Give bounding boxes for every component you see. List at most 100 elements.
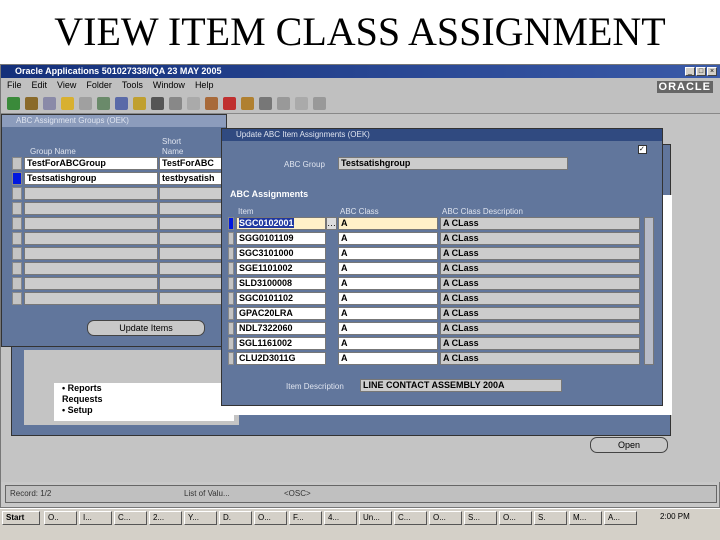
item-cell[interactable]: NDL7322060 bbox=[236, 322, 326, 335]
row-indicator[interactable] bbox=[12, 202, 22, 215]
taskbar-button-8[interactable]: 4... bbox=[324, 511, 357, 525]
menu-edit[interactable]: Edit bbox=[32, 80, 48, 90]
short-name-cell[interactable] bbox=[159, 262, 225, 275]
toolbar-button[interactable] bbox=[295, 97, 308, 110]
maximize-button[interactable]: □ bbox=[696, 67, 706, 76]
checkbox[interactable]: ✓ bbox=[638, 145, 647, 154]
abc-class-cell[interactable]: A bbox=[338, 352, 438, 365]
item-cell[interactable]: SGL1161002 bbox=[236, 337, 326, 350]
taskbar-button-13[interactable]: O... bbox=[499, 511, 532, 525]
taskbar-button-6[interactable]: O... bbox=[254, 511, 287, 525]
open-button[interactable]: Open bbox=[590, 437, 668, 453]
navigator-item[interactable]: • Reports bbox=[62, 383, 234, 394]
item-cell[interactable]: SLD3100008 bbox=[236, 277, 326, 290]
minimize-button[interactable]: _ bbox=[685, 67, 695, 76]
row-indicator[interactable] bbox=[12, 262, 22, 275]
short-name-cell[interactable]: testbysatish bbox=[159, 172, 225, 185]
short-name-cell[interactable] bbox=[159, 217, 225, 230]
abc-class-cell[interactable]: A bbox=[338, 307, 438, 320]
row-indicator[interactable] bbox=[228, 337, 234, 350]
row-indicator[interactable] bbox=[12, 247, 22, 260]
taskbar-button-2[interactable]: C... bbox=[114, 511, 147, 525]
menu-folder[interactable]: Folder bbox=[86, 80, 112, 90]
row-indicator[interactable] bbox=[228, 277, 234, 290]
row-indicator[interactable] bbox=[12, 187, 22, 200]
navigator-item[interactable]: • Setup bbox=[62, 405, 234, 416]
abc-group-field[interactable]: Testsatishgroup bbox=[338, 157, 568, 170]
item-cell[interactable]: SGC0102001 bbox=[236, 217, 326, 230]
toolbar-button[interactable] bbox=[169, 97, 182, 110]
short-name-cell[interactable] bbox=[159, 247, 225, 260]
taskbar-button-3[interactable]: 2... bbox=[149, 511, 182, 525]
group-name-cell[interactable] bbox=[24, 277, 158, 290]
group-name-cell[interactable] bbox=[24, 232, 158, 245]
toolbar-button[interactable] bbox=[79, 97, 92, 110]
toolbar-button[interactable] bbox=[277, 97, 290, 110]
toolbar-button[interactable] bbox=[151, 97, 164, 110]
taskbar-button-12[interactable]: S... bbox=[464, 511, 497, 525]
menu-file[interactable]: File bbox=[7, 80, 22, 90]
item-cell[interactable]: CLU2D3011G bbox=[236, 352, 326, 365]
abc-class-cell[interactable]: A bbox=[338, 247, 438, 260]
taskbar-button-7[interactable]: F... bbox=[289, 511, 322, 525]
short-name-cell[interactable] bbox=[159, 292, 225, 305]
row-indicator[interactable] bbox=[12, 217, 22, 230]
taskbar-button-9[interactable]: Un... bbox=[359, 511, 392, 525]
start-button[interactable]: Start bbox=[2, 511, 40, 525]
abc-class-cell[interactable]: A bbox=[338, 262, 438, 275]
abc-class-cell[interactable]: A bbox=[338, 277, 438, 290]
group-name-cell[interactable] bbox=[24, 187, 158, 200]
toolbar-button[interactable] bbox=[223, 97, 236, 110]
item-cell[interactable]: SGE1101002 bbox=[236, 262, 326, 275]
group-name-cell[interactable]: Testsatishgroup bbox=[24, 172, 158, 185]
lov-button[interactable]: … bbox=[326, 217, 337, 230]
update-items-button[interactable]: Update Items bbox=[87, 320, 205, 336]
taskbar-button-16[interactable]: A... bbox=[604, 511, 637, 525]
abc-class-cell[interactable]: A bbox=[338, 232, 438, 245]
short-name-cell[interactable] bbox=[159, 232, 225, 245]
row-indicator[interactable] bbox=[228, 322, 234, 335]
menu-view[interactable]: View bbox=[57, 80, 76, 90]
vertical-scrollbar[interactable] bbox=[644, 217, 654, 365]
menu-help[interactable]: Help bbox=[195, 80, 214, 90]
toolbar-button[interactable] bbox=[133, 97, 146, 110]
close-button[interactable]: × bbox=[707, 67, 717, 76]
taskbar-button-15[interactable]: M... bbox=[569, 511, 602, 525]
row-indicator[interactable] bbox=[228, 217, 234, 230]
group-name-cell[interactable] bbox=[24, 292, 158, 305]
taskbar-button-10[interactable]: C... bbox=[394, 511, 427, 525]
toolbar-button[interactable] bbox=[187, 97, 200, 110]
row-indicator[interactable] bbox=[228, 307, 234, 320]
row-indicator[interactable] bbox=[12, 172, 22, 185]
group-name-cell[interactable] bbox=[24, 217, 158, 230]
short-name-cell[interactable] bbox=[159, 202, 225, 215]
row-indicator[interactable] bbox=[12, 292, 22, 305]
toolbar-button[interactable] bbox=[313, 97, 326, 110]
group-name-cell[interactable]: TestForABCGroup bbox=[24, 157, 158, 170]
taskbar-button-14[interactable]: S. bbox=[534, 511, 567, 525]
row-indicator[interactable] bbox=[228, 247, 234, 260]
toolbar-button[interactable] bbox=[61, 97, 74, 110]
taskbar-button-0[interactable]: O.. bbox=[44, 511, 77, 525]
navigator-item[interactable]: Requests bbox=[62, 394, 234, 405]
toolbar-button[interactable] bbox=[259, 97, 272, 110]
row-indicator[interactable] bbox=[228, 262, 234, 275]
group-name-cell[interactable] bbox=[24, 202, 158, 215]
abc-class-cell[interactable]: A bbox=[338, 217, 438, 230]
row-indicator[interactable] bbox=[12, 277, 22, 290]
toolbar-button[interactable] bbox=[25, 97, 38, 110]
toolbar-button[interactable] bbox=[205, 97, 218, 110]
item-cell[interactable]: SGC0101102 bbox=[236, 292, 326, 305]
taskbar-button-1[interactable]: I... bbox=[79, 511, 112, 525]
row-indicator[interactable] bbox=[228, 292, 234, 305]
item-cell[interactable]: SGC3101000 bbox=[236, 247, 326, 260]
toolbar-button[interactable] bbox=[7, 97, 20, 110]
item-cell[interactable]: GPAC20LRA bbox=[236, 307, 326, 320]
toolbar-button[interactable] bbox=[241, 97, 254, 110]
menu-tools[interactable]: Tools bbox=[122, 80, 143, 90]
row-indicator[interactable] bbox=[12, 232, 22, 245]
abc-class-cell[interactable]: A bbox=[338, 292, 438, 305]
item-cell[interactable]: SGG0101109 bbox=[236, 232, 326, 245]
menu-window[interactable]: Window bbox=[153, 80, 185, 90]
group-name-cell[interactable] bbox=[24, 247, 158, 260]
